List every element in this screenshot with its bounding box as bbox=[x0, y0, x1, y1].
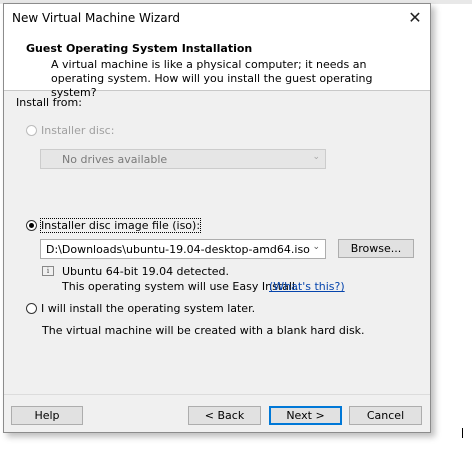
close-icon[interactable]: ✕ bbox=[404, 8, 426, 28]
iso-path-value: D:\Downloads\ubuntu-19.04-desktop-amd64.… bbox=[46, 243, 310, 256]
install-later-note: The virtual machine will be created with… bbox=[42, 324, 365, 337]
easy-install-text: This operating system will use Easy Inst… bbox=[62, 280, 299, 293]
window-title: New Virtual Machine Wizard bbox=[12, 11, 180, 25]
drive-select-value: No drives available bbox=[62, 153, 168, 166]
background-edge bbox=[462, 428, 463, 438]
footer-divider bbox=[4, 394, 430, 395]
iso-path-input[interactable]: D:\Downloads\ubuntu-19.04-desktop-amd64.… bbox=[40, 239, 326, 259]
install-from-label: Install from: bbox=[16, 96, 82, 109]
browse-button[interactable]: Browse... bbox=[338, 239, 414, 258]
page-title: Guest Operating System Installation bbox=[26, 42, 253, 55]
wizard-header: Guest Operating System Installation A vi… bbox=[4, 32, 430, 99]
installer-iso-radio[interactable] bbox=[26, 220, 37, 231]
next-button[interactable]: Next > bbox=[269, 406, 342, 425]
chevron-down-icon[interactable]: ⌄ bbox=[312, 242, 320, 252]
chevron-down-icon: ⌄ bbox=[312, 152, 320, 162]
install-later-radio[interactable] bbox=[26, 303, 37, 314]
drive-select[interactable]: No drives available ⌄ bbox=[40, 149, 326, 169]
install-later-label: I will install the operating system late… bbox=[41, 302, 256, 315]
back-button[interactable]: < Back bbox=[188, 406, 261, 425]
whats-this-link[interactable]: (What's this?) bbox=[269, 280, 345, 293]
info-icon: i bbox=[42, 266, 54, 276]
new-vm-wizard-dialog: New Virtual Machine Wizard ✕ Guest Opera… bbox=[3, 3, 431, 433]
title-bar: New Virtual Machine Wizard ✕ bbox=[4, 4, 430, 32]
installer-disc-radio[interactable] bbox=[26, 125, 37, 136]
help-button[interactable]: Help bbox=[11, 406, 83, 425]
detected-os-text: Ubuntu 64-bit 19.04 detected. bbox=[62, 265, 229, 278]
cancel-button[interactable]: Cancel bbox=[349, 406, 422, 425]
installer-iso-label[interactable]: Installer disc image file (iso): bbox=[39, 218, 202, 233]
installer-disc-label: Installer disc: bbox=[41, 124, 115, 137]
page-description: A virtual machine is like a physical com… bbox=[51, 58, 373, 99]
